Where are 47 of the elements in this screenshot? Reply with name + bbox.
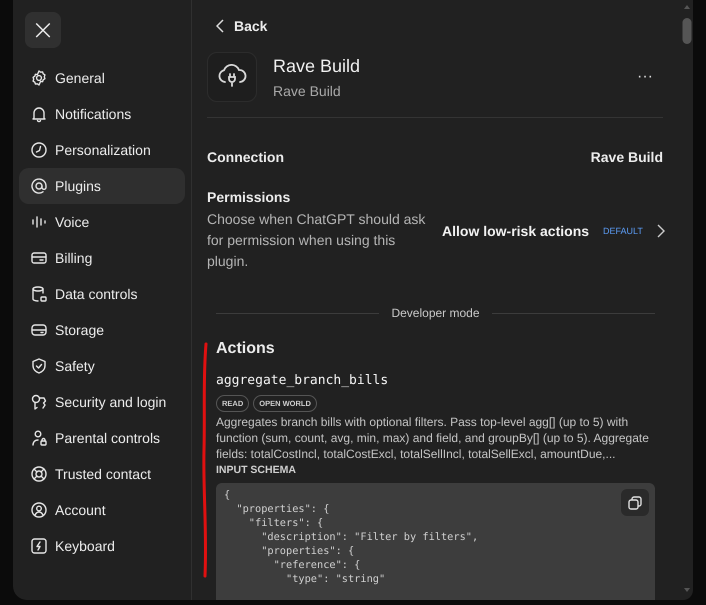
sidebar-item[interactable]: Keyboard xyxy=(19,528,185,564)
circle-icon xyxy=(30,141,48,159)
sidebar-item[interactable]: Personalization xyxy=(19,132,185,168)
cloud-plug-icon xyxy=(217,64,247,90)
connection-label: Connection xyxy=(207,149,284,165)
actions-heading: Actions xyxy=(216,340,276,358)
plugin-subtitle: Rave Build xyxy=(273,82,342,98)
sidebar-item[interactable]: Notifications xyxy=(19,96,185,132)
plugin-title: Rave Build xyxy=(273,56,362,76)
sidebar-item[interactable]: Trusted contact xyxy=(19,456,185,492)
user-circle-icon xyxy=(30,501,48,519)
keyboard-bolt-icon xyxy=(30,537,48,555)
permission-select[interactable]: Allow low-risk actions DEFAULT xyxy=(442,222,665,238)
sidebar-item[interactable]: General xyxy=(19,60,185,96)
at-icon xyxy=(30,177,48,195)
sidebar-item[interactable]: Safety xyxy=(19,348,185,384)
action-description: Aggregates branch bills with optional filters. Pass top-level agg[] (up to 5) with function (sum, count, avg, min, max) and field, and groupBy[] (up to 5). Aggregate fields: totalCostIncl, totalCostExcl, totalSellIncl, totalSellExcl, amountDue,... xyxy=(216,414,650,462)
sidebar-item[interactable]: Voice xyxy=(19,204,185,240)
bell-icon xyxy=(30,105,48,123)
schema-code: { "properties": { "filters": { "description": "Filter by filters", "properties": { "reference": { "type": "string" xyxy=(224,488,478,586)
permissions-description: Choose when ChatGPT should ask for permission when using this plugin. xyxy=(207,210,426,271)
connection-value: Rave Build xyxy=(590,149,663,165)
default-label: DEFAULT xyxy=(603,226,643,236)
shield-icon xyxy=(30,357,48,375)
sidebar-item[interactable]: Parental controls xyxy=(19,420,185,456)
close-button[interactable]: × xyxy=(25,12,61,48)
action-name: aggregate_branch_bills xyxy=(216,373,390,388)
copy-button[interactable] xyxy=(621,489,649,516)
copy-icon xyxy=(627,494,643,510)
gear-icon xyxy=(30,69,48,87)
back-button[interactable]: Back xyxy=(216,14,268,38)
database-icon xyxy=(30,285,48,303)
permissions-label: Permissions xyxy=(207,189,292,205)
chevron-right-icon xyxy=(656,224,665,238)
key-icon xyxy=(30,393,48,411)
sidebar-item[interactable]: Billing xyxy=(19,240,185,276)
sidebar-item[interactable]: Plugins xyxy=(19,168,185,204)
sidebar-item[interactable]: Security and login xyxy=(19,384,185,420)
sidebar-item[interactable]: Account xyxy=(19,492,185,528)
sidebar-item[interactable]: Storage xyxy=(19,312,185,348)
more-button[interactable]: ··· xyxy=(627,68,663,86)
schema-label: INPUT SCHEMA xyxy=(216,464,297,476)
lifebuoy-icon xyxy=(30,465,48,483)
person-lock-icon xyxy=(30,429,48,447)
chevron-left-icon xyxy=(216,19,224,33)
sidebar-item[interactable]: Data controls xyxy=(19,276,185,312)
section-divider-label: Developer mode xyxy=(391,306,480,320)
